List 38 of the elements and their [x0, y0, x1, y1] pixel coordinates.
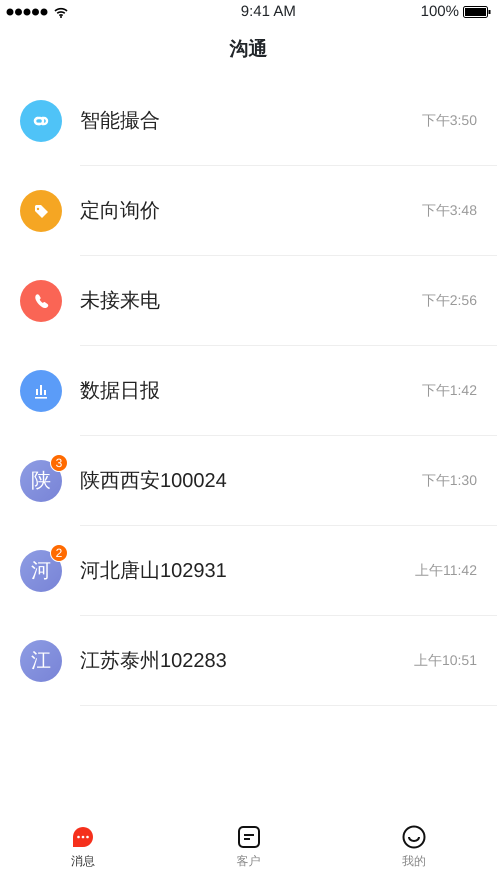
- avatar-letter: 江: [31, 649, 51, 674]
- conversation-item[interactable]: 陕 3 陕西西安100024 下午1:30: [0, 436, 497, 526]
- avatar-letter: 陕: [31, 469, 51, 494]
- wifi-icon: [54, 6, 68, 18]
- avatar-letter: 河: [31, 559, 51, 584]
- conversation-item[interactable]: 河 2 河北唐山102931 上午11:42: [0, 526, 497, 616]
- conversation-time: 上午11:42: [415, 561, 477, 580]
- battery-percent: 100%: [420, 2, 459, 22]
- conversation-name: 未接来电: [80, 288, 160, 314]
- signal-icon: [6, 8, 50, 16]
- tab-button[interactable]: 消息: [0, 823, 166, 883]
- conversation-name: 数据日报: [80, 378, 160, 404]
- conversation-time: 上午10:51: [414, 651, 477, 670]
- note-icon: [236, 825, 260, 849]
- smile-icon: [402, 825, 426, 849]
- page-title: 沟通: [230, 38, 268, 62]
- tab-button[interactable]: 客户: [166, 823, 332, 883]
- conversation-time: 下午3:50: [422, 111, 477, 130]
- status-time: 9:41 AM: [240, 2, 296, 22]
- conversation-time: 下午1:30: [422, 471, 477, 490]
- battery-icon: [462, 6, 491, 18]
- conversation-item[interactable]: 定向询价 下午3:48: [0, 166, 497, 256]
- conversation-time: 下午2:56: [422, 291, 477, 310]
- conversation-item[interactable]: 智能撮合 下午3:50: [0, 76, 497, 166]
- unread-badge: 2: [50, 544, 68, 562]
- conversation-name: 智能撮合: [80, 108, 160, 134]
- conversation-item[interactable]: 数据日报 下午1:42: [0, 346, 497, 436]
- conversation-time: 下午1:42: [422, 381, 477, 400]
- conversation-item[interactable]: 未接来电 下午2:56: [0, 256, 497, 346]
- conversation-name: 陕西西安100024: [80, 468, 227, 494]
- conversation-name: 定向询价: [80, 198, 160, 224]
- conversation-item[interactable]: 江 江苏泰州102283 上午10:51: [0, 616, 497, 706]
- tab-button[interactable]: 我的: [331, 823, 497, 883]
- conversation-name: 江苏泰州102283: [80, 648, 227, 674]
- conversation-name: 河北唐山102931: [80, 558, 227, 584]
- chat-icon: [70, 825, 95, 849]
- unread-badge: 3: [50, 454, 68, 472]
- conversation-time: 下午3:48: [422, 201, 477, 220]
